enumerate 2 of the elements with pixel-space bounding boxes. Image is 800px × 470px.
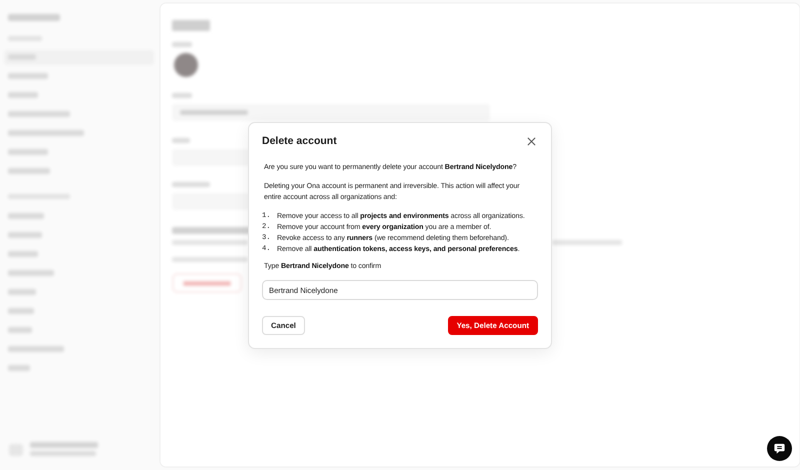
- dialog-title: Delete account: [262, 135, 337, 147]
- chat-icon: [773, 442, 786, 455]
